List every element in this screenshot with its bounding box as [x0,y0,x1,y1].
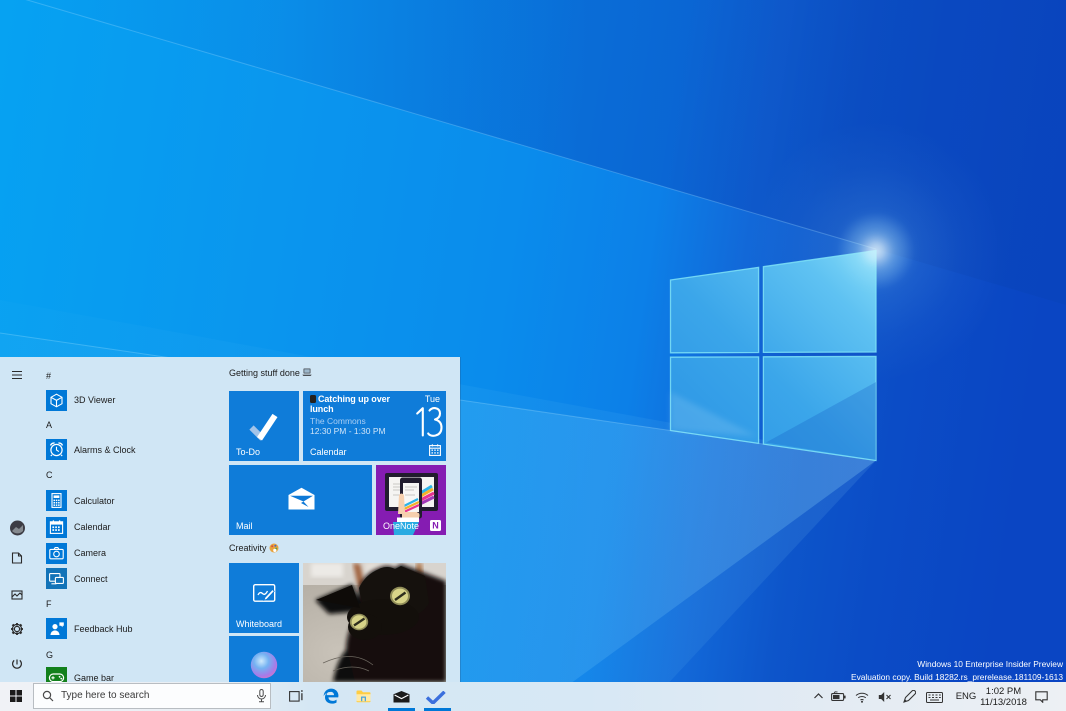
svg-text:N: N [432,521,439,531]
